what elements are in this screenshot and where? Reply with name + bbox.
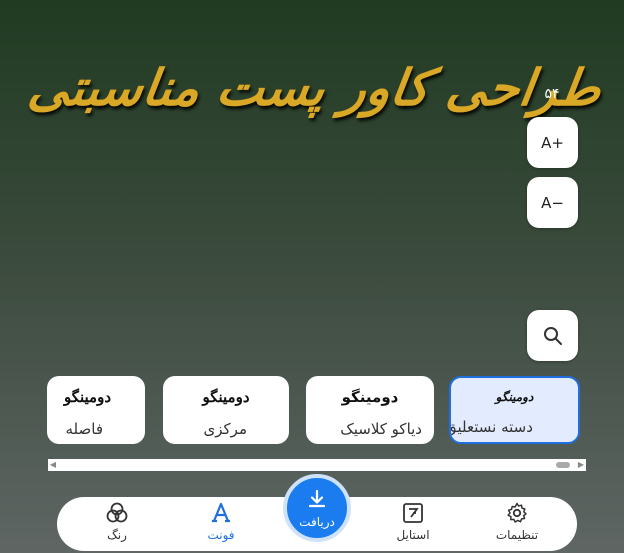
font-card-diako-classic[interactable]: دومینگو دیاکو کلاسیک — [306, 376, 434, 444]
search-button[interactable] — [527, 310, 578, 361]
scroll-left-arrow-icon[interactable]: ◀ — [48, 459, 58, 471]
search-icon — [543, 326, 562, 345]
font-list-scrollbar[interactable]: ◀ ▶ — [48, 459, 586, 471]
download-icon — [306, 488, 328, 513]
nav-color[interactable]: رنگ — [77, 501, 157, 547]
font-card-markazi[interactable]: دومینگو مرکزی — [163, 376, 289, 444]
nav-settings[interactable]: تنظیمات — [477, 501, 557, 547]
scroll-right-arrow-icon[interactable]: ▶ — [576, 459, 586, 471]
font-card-sample: دومینگو — [495, 390, 534, 404]
cover-title-text: طراحی کاور پست مناسبتی — [24, 57, 606, 117]
font-card-fasele[interactable]: دومینگو فاصله — [47, 376, 145, 444]
font-card-name: مرکزی — [203, 420, 247, 438]
palette-icon — [105, 501, 129, 525]
nav-style-label: استایل — [396, 528, 430, 542]
scroll-thumb[interactable] — [556, 462, 570, 468]
cover-preview[interactable]: طراحی کاور پست مناسبتی — [25, 42, 605, 132]
nav-font[interactable]: فونت — [181, 501, 261, 547]
nav-settings-label: تنظیمات — [495, 528, 539, 542]
download-button[interactable]: دریافت — [283, 474, 351, 542]
font-card-name: دیاکو کلاسیک — [340, 420, 422, 438]
download-label: دریافت — [299, 514, 335, 529]
font-card-sample: دومینگو — [63, 388, 111, 406]
nav-color-label: رنگ — [107, 528, 127, 542]
nav-style[interactable]: استایل — [373, 501, 453, 547]
decrease-font-size-button[interactable]: A− — [527, 177, 578, 228]
font-card-nastaliq-selected[interactable]: دومینگو دسته نستعلیق — [449, 376, 580, 444]
font-icon — [209, 501, 233, 525]
font-card-sample: دومینگو — [202, 388, 250, 406]
font-card-name: دسته نستعلیق — [449, 418, 533, 436]
style-icon — [401, 501, 425, 525]
font-card-sample: دومینگو — [341, 388, 399, 406]
nav-font-label: فونت — [207, 528, 235, 542]
font-card-name: فاصله — [65, 420, 104, 438]
gear-icon — [505, 501, 529, 525]
font-size-value: ۵۴ — [544, 86, 560, 102]
increase-font-size-button[interactable]: A+ — [527, 117, 578, 168]
